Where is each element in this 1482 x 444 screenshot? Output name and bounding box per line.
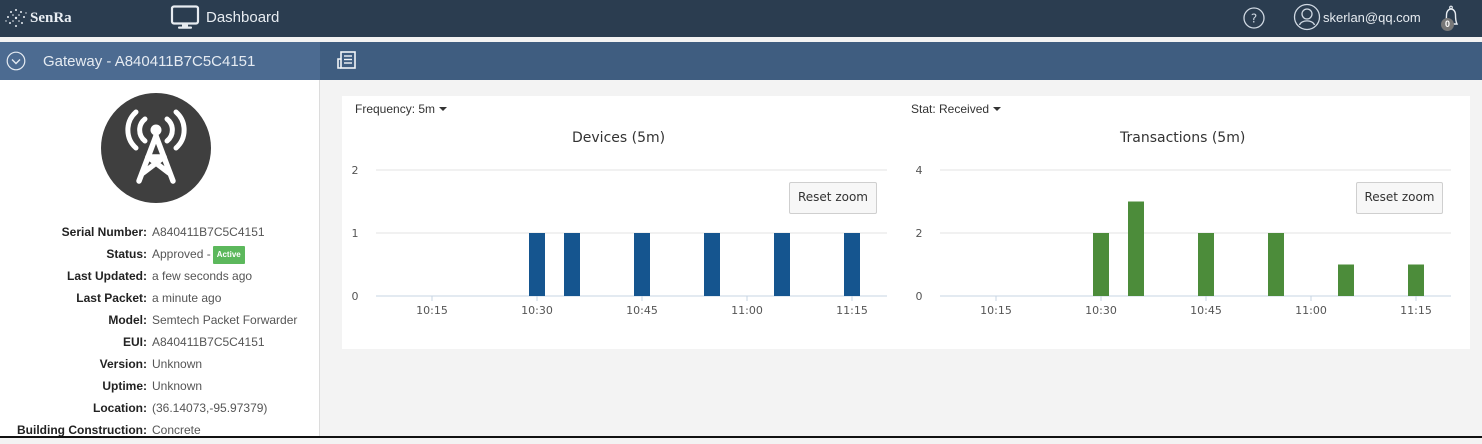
y-tick-label: 4 [916, 164, 923, 177]
devices-reset-zoom-button[interactable]: Reset zoom [789, 182, 877, 214]
property-row: Version: Unknown [0, 356, 319, 378]
property-value: Semtech Packet Forwarder [152, 312, 297, 328]
bar [774, 233, 790, 296]
property-row: Model: Semtech Packet Forwarder [0, 312, 319, 334]
devices-chart-title: Devices (5m) [572, 130, 666, 146]
property-value-text: Unknown [152, 357, 203, 371]
property-value: (36.14073,-95.97379) [152, 400, 267, 416]
property-row: EUI: A840411B7C5C4151 [0, 334, 319, 356]
y-tick-label: 2 [916, 227, 923, 240]
x-tick-label: 10:15 [416, 304, 448, 317]
transactions-reset-zoom-button[interactable]: Reset zoom [1356, 182, 1443, 214]
bar [529, 233, 545, 296]
senra-logo-icon [5, 9, 27, 27]
property-label: Model: [108, 313, 147, 327]
bar [634, 233, 650, 296]
x-tick-label: 10:30 [521, 304, 553, 317]
bar [1198, 233, 1214, 296]
status-badge: Active [212, 246, 245, 264]
help-icon[interactable]: ? [1242, 6, 1266, 30]
gateway-selector[interactable]: Gateway - A840411B7C5C4151 [0, 42, 320, 80]
property-row: Last Packet: a minute ago [0, 290, 319, 312]
y-tick-label: 2 [352, 164, 359, 177]
frequency-label: Frequency: 5m [355, 102, 436, 116]
property-value: a few seconds ago [152, 268, 252, 284]
property-value-text: Semtech Packet Forwarder [152, 313, 298, 327]
property-value: Approved - Active [152, 246, 245, 264]
property-label: EUI: [123, 335, 147, 349]
sub-header: Gateway - A840411B7C5C4151 [0, 42, 1482, 80]
frequency-dropdown[interactable]: Frequency: 5m [355, 102, 448, 116]
caret-down-icon [439, 107, 448, 111]
property-row: Uptime: Unknown [0, 378, 319, 400]
property-value-text: Concrete [152, 423, 201, 437]
x-tick-label: 11:15 [1400, 304, 1432, 317]
property-label: Last Updated: [66, 269, 147, 283]
property-row: Serial Number: A840411B7C5C4151 [0, 224, 319, 246]
top-navbar: SenRa Dashboard ? skerlan@qq.com 0 [0, 0, 1482, 37]
x-tick-label: 10:15 [980, 304, 1012, 317]
property-label: Uptime: [102, 379, 147, 393]
notification-count-badge: 0 [1441, 18, 1454, 31]
property-value-text: a minute ago [152, 291, 222, 305]
property-value-text: A840411B7C5C4151 [152, 335, 265, 349]
x-tick-label: 11:00 [1295, 304, 1327, 317]
property-row: Location: (36.14073,-95.97379) [0, 400, 319, 422]
x-tick-label: 11:15 [836, 304, 868, 317]
x-tick-label: 10:30 [1085, 304, 1117, 317]
property-row: Building Construction: Concrete [0, 422, 319, 444]
stat-label: Stat: Received [911, 102, 990, 116]
bar [1268, 233, 1284, 296]
user-email: skerlan@qq.com [1323, 9, 1421, 25]
bar [704, 233, 720, 296]
charts-panel: Frequency: 5m Stat: Received Devices (5m… [342, 96, 1470, 349]
nav-dashboard-label: Dashboard [206, 9, 280, 26]
nav-dashboard[interactable]: Dashboard [170, 5, 279, 30]
gateway-details-sidebar: Serial Number: A840411B7C5C4151 Status: App… [0, 80, 320, 438]
property-label: Version: [99, 357, 147, 371]
svg-text:?: ? [1251, 12, 1257, 26]
bar [844, 233, 860, 296]
property-value: A840411B7C5C4151 [152, 224, 265, 240]
bar [1338, 264, 1354, 296]
property-value: a minute ago [152, 290, 221, 306]
gateway-title: Gateway - A840411B7C5C4151 [43, 52, 256, 70]
monitor-icon [170, 5, 200, 29]
user-icon [1293, 3, 1321, 31]
caret-down-icon [993, 107, 1002, 111]
property-value: Unknown [152, 378, 202, 394]
property-value-text: a few seconds ago [152, 269, 253, 283]
property-value: A840411B7C5C4151 [152, 334, 265, 350]
bar [1128, 201, 1144, 296]
property-row: Status: Approved - Active [0, 246, 319, 268]
y-tick-label: 1 [352, 227, 359, 240]
bar [1093, 233, 1109, 296]
radio-tower-icon [101, 93, 211, 203]
report-icon[interactable] [336, 50, 358, 72]
stat-dropdown[interactable]: Stat: Received [911, 102, 1002, 116]
property-value: Unknown [152, 356, 202, 372]
property-value-text: A840411B7C5C4151 [152, 225, 265, 239]
bar [1408, 264, 1424, 296]
bar [564, 233, 580, 296]
x-tick-label: 11:00 [731, 304, 763, 317]
property-value-text: Unknown [152, 379, 203, 393]
y-tick-label: 0 [352, 290, 359, 303]
brand-name: SenRa [30, 9, 72, 26]
property-label: Status: [106, 247, 147, 261]
chevron-down-circle-icon [6, 51, 26, 71]
property-label: Last Packet: [76, 291, 147, 305]
property-row: Last Updated: a few seconds ago [0, 268, 319, 290]
x-tick-label: 10:45 [626, 304, 658, 317]
x-tick-label: 10:45 [1190, 304, 1222, 317]
transactions-chart-title: Transactions (5m) [1120, 130, 1246, 146]
brand[interactable]: SenRa [4, 7, 72, 29]
property-label: Serial Number: [61, 225, 147, 239]
property-value-text: (36.14073,-95.97379) [152, 401, 268, 415]
user-menu[interactable]: skerlan@qq.com [1293, 3, 1421, 31]
property-label: Location: [93, 401, 147, 415]
y-tick-label: 0 [916, 290, 923, 303]
property-value-text: Approved - [152, 247, 211, 261]
